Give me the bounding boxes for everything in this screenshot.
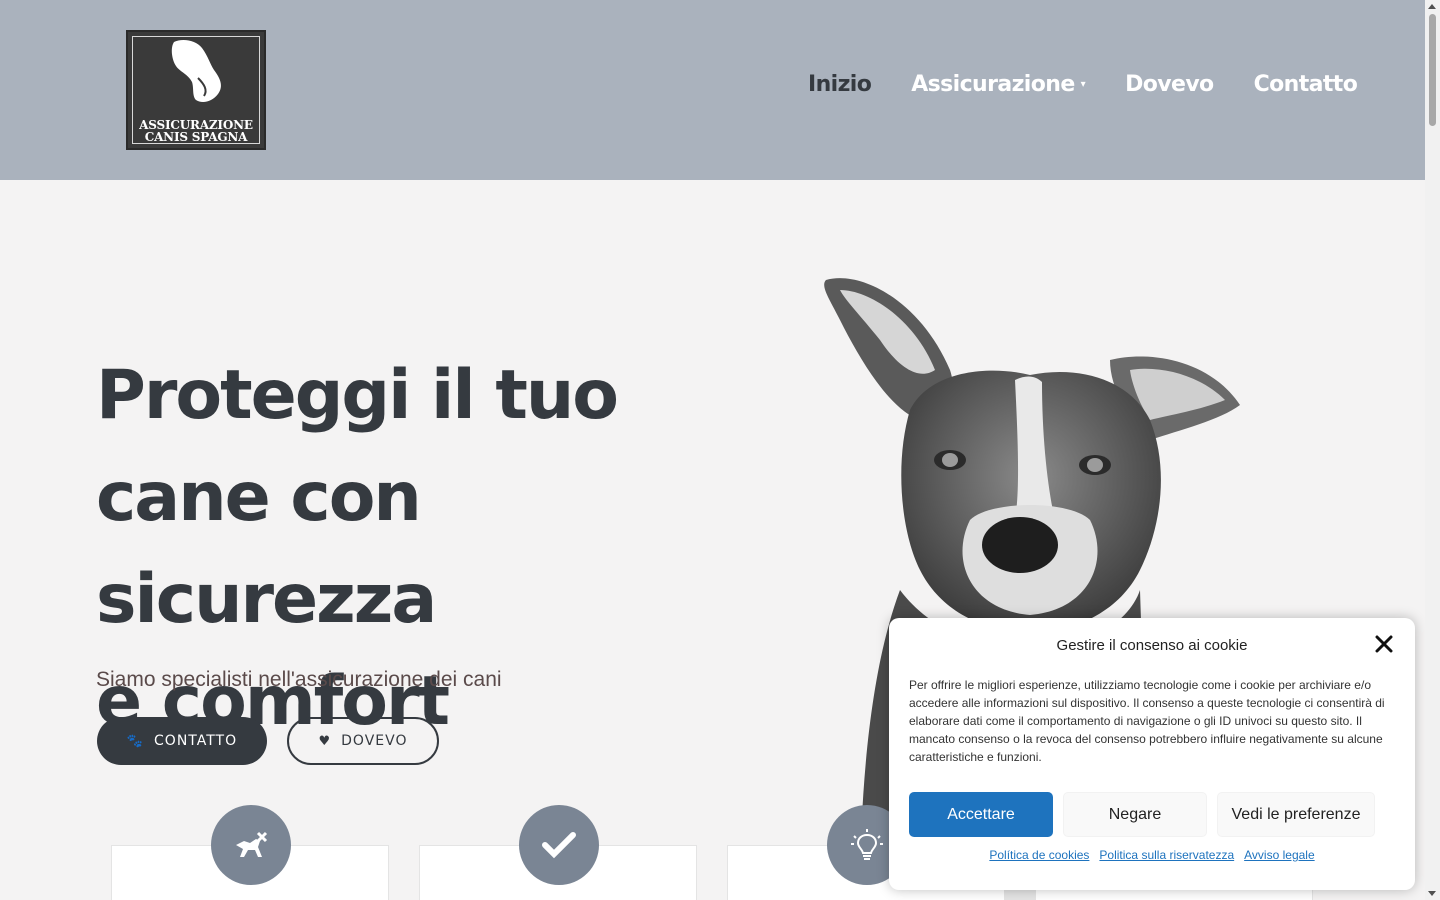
- heart-icon: ♥: [318, 733, 332, 749]
- privacy-policy-link[interactable]: Politica sulla riservatezza: [1099, 848, 1234, 862]
- contact-button-label: CONTATTO: [154, 733, 238, 749]
- dog-walk-icon: [236, 831, 268, 857]
- legal-notice-link[interactable]: Avviso legale: [1244, 848, 1315, 862]
- page-scrollbar[interactable]: [1425, 0, 1440, 900]
- dovevo-button[interactable]: ♥ DOVEVO: [287, 717, 439, 765]
- logo-text-line2: CANIS SPAGNA: [144, 130, 248, 144]
- site-header: ASSICURAZIONE CANIS SPAGNA Inizio Assicu…: [0, 0, 1425, 180]
- accept-cookies-button[interactable]: Accettare: [909, 792, 1053, 837]
- scrollbar-thumb[interactable]: [1429, 14, 1436, 126]
- site-logo[interactable]: ASSICURAZIONE CANIS SPAGNA: [126, 30, 266, 150]
- view-preferences-button[interactable]: Vedi le preferenze: [1217, 792, 1375, 837]
- nav-item-contatto[interactable]: Contatto: [1254, 72, 1358, 97]
- lightbulb-icon: [851, 829, 883, 860]
- chevron-down-icon: ▾: [1080, 79, 1086, 90]
- nav-item-inizio[interactable]: Inizio: [808, 72, 872, 97]
- deny-cookies-button[interactable]: Negare: [1063, 792, 1207, 837]
- cookie-description: Per offrire le migliori esperienze, util…: [909, 678, 1385, 764]
- cookie-policy-link[interactable]: Política de cookies: [989, 848, 1089, 862]
- cookie-title: Gestire il consenso ai cookie: [1056, 637, 1248, 654]
- cookie-links: Política de cookies Politica sulla riser…: [889, 848, 1415, 862]
- hero-title-line1: Proteggi il tuo: [96, 356, 619, 435]
- dovevo-button-label: DOVEVO: [341, 733, 408, 749]
- nav-item-dovevo[interactable]: Dovevo: [1125, 72, 1214, 97]
- nav-item-assicurazione[interactable]: Assicurazione ▾: [911, 72, 1085, 97]
- close-icon[interactable]: [1373, 633, 1395, 655]
- scroll-up-arrow-icon[interactable]: [1428, 4, 1436, 9]
- feature-circle-2: [519, 805, 599, 885]
- contact-button[interactable]: 🐾 CONTATTO: [97, 717, 267, 765]
- dog-head-logo-icon: [171, 40, 221, 102]
- scroll-down-arrow-icon[interactable]: [1428, 891, 1436, 896]
- feature-circle-1: [211, 805, 291, 885]
- nav-item-assicurazione-label: Assicurazione: [911, 72, 1075, 97]
- hero-title-line2: cane con sicurezza: [96, 458, 437, 639]
- main-nav: Inizio Assicurazione ▾ Dovevo Contatto: [808, 72, 1397, 97]
- cookie-consent-dialog: Gestire il consenso ai cookie Per offrir…: [889, 618, 1415, 890]
- hero-subtitle: Siamo specialisti nell'assicurazione dei…: [96, 668, 502, 691]
- paw-icon: 🐾: [126, 733, 145, 749]
- check-icon: [542, 832, 576, 859]
